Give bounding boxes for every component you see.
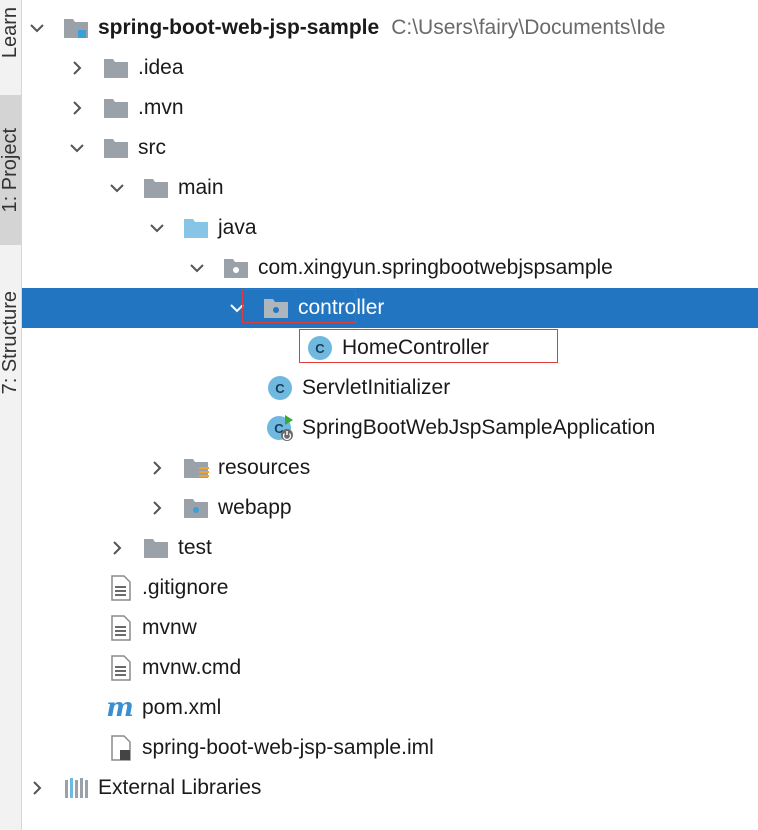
tree-item-label: pom.xml: [142, 696, 222, 719]
learn-tab-label: Learn: [0, 7, 21, 59]
tree-item-gitignore[interactable]: .gitignore: [22, 568, 758, 608]
spring-boot-class-icon: C: [266, 414, 294, 442]
package-icon: [222, 254, 250, 282]
structure-tab[interactable]: 7: Structure: [0, 268, 21, 418]
chevron-down-icon[interactable]: [186, 248, 208, 288]
tree-item-iml[interactable]: spring-boot-web-jsp-sample.iml: [22, 728, 758, 768]
libraries-icon: [62, 774, 90, 802]
tree-item-label: .idea: [138, 56, 184, 79]
chevron-down-icon[interactable]: [226, 288, 248, 328]
source-folder-icon: [182, 214, 210, 242]
resources-folder-icon: [182, 454, 210, 482]
tree-item-label: SpringBootWebJspSampleApplication: [302, 416, 656, 439]
tree-item-label: External Libraries: [98, 776, 262, 799]
tree-item-label: main: [178, 176, 224, 199]
tree-item-mvnw[interactable]: mvnw: [22, 608, 758, 648]
folder-icon: [142, 174, 170, 202]
tree-item-package[interactable]: com.xingyun.springbootwebjspsample: [22, 248, 758, 288]
tree-item-label: resources: [218, 456, 311, 479]
folder-icon: [102, 94, 130, 122]
chevron-right-icon[interactable]: [106, 528, 128, 568]
module-file-icon: [106, 734, 134, 762]
tree-item-mvn[interactable]: .mvn: [22, 88, 758, 128]
tree-item-homecontroller[interactable]: C HomeController: [22, 328, 758, 368]
tree-item-controller[interactable]: controller: [22, 288, 758, 328]
tree-item-servletinitializer[interactable]: C ServletInitializer: [22, 368, 758, 408]
svg-text:m: m: [106, 694, 134, 722]
tree-item-src[interactable]: src: [22, 128, 758, 168]
tree-item-label: spring-boot-web-jsp-sample.iml: [142, 736, 434, 759]
learn-tab[interactable]: Learn: [0, 0, 21, 66]
project-tree: spring-boot-web-jsp-sample C:\Users\fair…: [22, 8, 758, 808]
chevron-right-icon[interactable]: [66, 48, 88, 88]
tree-root[interactable]: spring-boot-web-jsp-sample C:\Users\fair…: [22, 8, 758, 48]
tree-item-test[interactable]: test: [22, 528, 758, 568]
tree-item-idea[interactable]: .idea: [22, 48, 758, 88]
tree-item-java[interactable]: java: [22, 208, 758, 248]
chevron-down-icon[interactable]: [26, 8, 48, 48]
web-folder-icon: [182, 494, 210, 522]
text-file-icon: [106, 654, 134, 682]
tree-item-label: com.xingyun.springbootwebjspsample: [258, 256, 613, 279]
project-tab[interactable]: 1: Project: [0, 95, 21, 245]
module-folder-icon: [62, 14, 90, 42]
tree-item-label: test: [178, 536, 212, 559]
folder-icon: [142, 534, 170, 562]
tree-item-webapp[interactable]: webapp: [22, 488, 758, 528]
tree-item-label: .gitignore: [142, 576, 229, 599]
text-file-icon: [106, 574, 134, 602]
tree-item-label: HomeController: [342, 336, 490, 359]
svg-text:C: C: [275, 381, 285, 396]
tree-item-label: src: [138, 136, 166, 159]
class-icon: C: [266, 374, 294, 402]
tree-item-label: webapp: [218, 496, 292, 519]
chevron-right-icon[interactable]: [146, 488, 168, 528]
chevron-down-icon[interactable]: [106, 168, 128, 208]
chevron-down-icon[interactable]: [66, 128, 88, 168]
tree-item-label: java: [218, 216, 257, 239]
project-tab-label: 1: Project: [0, 127, 21, 213]
tree-item-label: .mvn: [138, 96, 184, 119]
chevron-right-icon[interactable]: [66, 88, 88, 128]
tree-item-application[interactable]: C SpringBootWebJspSampleApplication: [22, 408, 758, 448]
maven-icon: m: [106, 693, 134, 723]
tree-item-main[interactable]: main: [22, 168, 758, 208]
tree-item-label: controller: [298, 296, 385, 319]
chevron-right-icon[interactable]: [146, 448, 168, 488]
structure-tab-label: 7: Structure: [0, 291, 21, 395]
chevron-down-icon[interactable]: [146, 208, 168, 248]
tree-item-label: mvnw.cmd: [142, 656, 242, 679]
tree-item-mvnw-cmd[interactable]: mvnw.cmd: [22, 648, 758, 688]
class-icon: C: [306, 334, 334, 362]
root-path: C:\Users\fairy\Documents\Ide: [391, 16, 666, 39]
tool-window-strip: Learn 1: Project 7: Structure: [0, 0, 22, 830]
tree-item-label: ServletInitializer: [302, 376, 451, 399]
tree-item-label: mvnw: [142, 616, 197, 639]
text-file-icon: [106, 614, 134, 642]
svg-text:C: C: [315, 341, 325, 356]
tree-item-pom[interactable]: m pom.xml: [22, 688, 758, 728]
package-icon: [262, 294, 290, 322]
folder-icon: [102, 134, 130, 162]
folder-icon: [102, 54, 130, 82]
chevron-right-icon[interactable]: [26, 768, 48, 808]
tree-item-external-libraries[interactable]: External Libraries: [22, 768, 758, 808]
root-label: spring-boot-web-jsp-sample: [98, 16, 380, 39]
tree-item-resources[interactable]: resources: [22, 448, 758, 488]
